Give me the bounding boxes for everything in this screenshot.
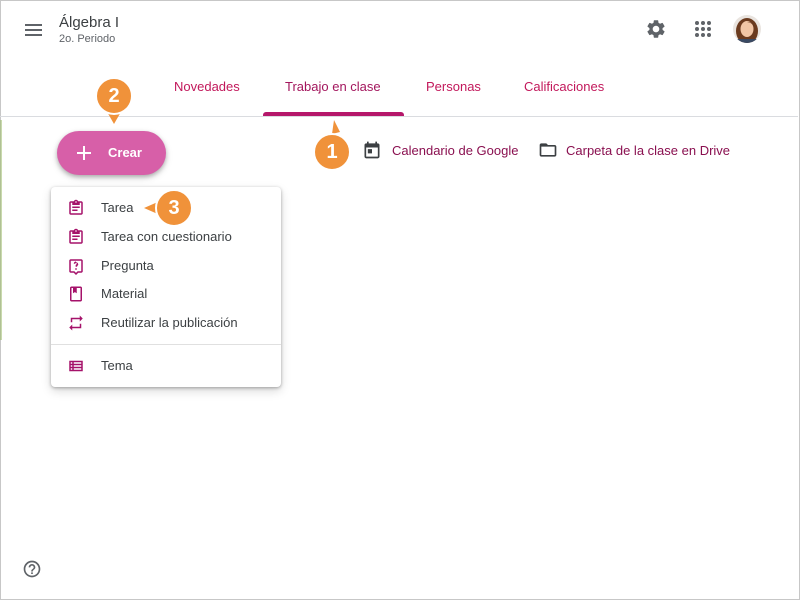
menu-item-label: Material <box>101 286 148 301</box>
material-icon <box>70 286 82 302</box>
edge-strip <box>0 120 2 340</box>
plus-icon <box>77 146 91 160</box>
calendar-link-label: Calendario de Google <box>392 142 519 158</box>
callout-number: 1 <box>326 141 338 163</box>
menu-item-label: Pregunta <box>101 258 154 273</box>
assignment-icon <box>69 199 83 215</box>
callout-2: 2 <box>95 77 133 124</box>
calendar-link[interactable]: Calendario de Google <box>362 140 518 160</box>
menu-item-label: Tarea <box>101 200 134 215</box>
callout-number: 2 <box>108 85 120 107</box>
class-title[interactable]: Álgebra I <box>59 14 119 31</box>
create-button-label: Crear <box>108 145 142 160</box>
menu-item-tema[interactable]: Tema <box>51 352 281 380</box>
class-subtitle: 2o. Periodo <box>59 33 116 45</box>
callout-number: 3 <box>168 197 180 219</box>
help-icon[interactable] <box>22 559 42 579</box>
question-icon <box>69 259 83 275</box>
drive-folder-link[interactable]: Carpeta de la clase en Drive <box>537 140 730 160</box>
apps-grid-icon[interactable] <box>690 16 716 42</box>
menu-item-label: Tema <box>101 358 133 373</box>
folder-icon <box>539 143 557 157</box>
drive-folder-link-label: Carpeta de la clase en Drive <box>566 142 731 158</box>
user-avatar[interactable] <box>733 15 761 43</box>
menu-item-material[interactable]: Material <box>51 280 281 308</box>
gear-icon[interactable] <box>643 16 669 42</box>
menu-item-pregunta[interactable]: Pregunta <box>51 252 281 280</box>
tab-personas[interactable]: Personas <box>426 79 481 94</box>
hamburger-menu-icon[interactable] <box>22 20 46 40</box>
menu-item-label: Tarea con cuestionario <box>101 229 232 244</box>
create-button[interactable]: Crear <box>57 131 166 175</box>
tab-calificaciones[interactable]: Calificaciones <box>524 79 604 94</box>
menu-item-label: Reutilizar la publicación <box>101 315 238 330</box>
reuse-icon <box>69 315 83 331</box>
tab-novedades[interactable]: Novedades <box>174 79 240 94</box>
tab-trabajo-en-clase[interactable]: Trabajo en clase <box>285 79 381 94</box>
callout-3: 3 <box>144 189 193 227</box>
callout-1: 1 <box>313 120 351 171</box>
menu-divider <box>51 344 281 345</box>
topic-icon <box>69 360 83 372</box>
menu-item-reutilizar[interactable]: Reutilizar la publicación <box>51 309 281 337</box>
quiz-assignment-icon <box>69 228 83 244</box>
